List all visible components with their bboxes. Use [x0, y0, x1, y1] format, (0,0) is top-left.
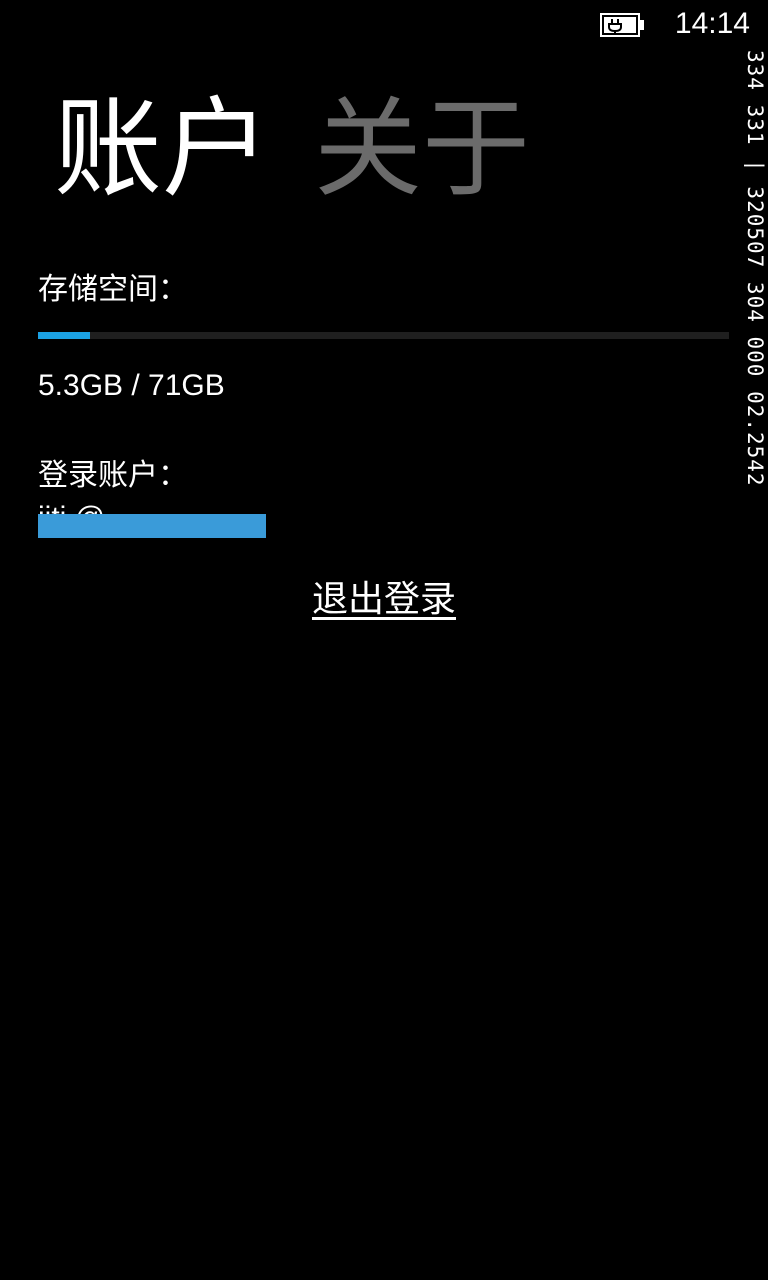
- status-clock: 14:14: [674, 7, 750, 40]
- pivot-header: 账户 关于: [54, 82, 530, 222]
- logout-row: 退出登录: [0, 576, 768, 624]
- email-redaction: [38, 514, 266, 538]
- status-bar: 14:14: [0, 0, 768, 48]
- storage-progress-bar: [38, 332, 729, 339]
- tab-account[interactable]: 账户: [54, 82, 270, 218]
- battery-charging-icon: [600, 13, 644, 37]
- debug-overlay: 334 331 | 320507 304 000 02.2542: [744, 50, 768, 655]
- storage-label: 存储空间：: [38, 272, 188, 307]
- storage-progress-fill: [38, 332, 90, 339]
- storage-value: 5.3GB / 71GB: [38, 369, 225, 402]
- debug-overlay-text: 334 331 | 320507 304 000 02.2542: [744, 50, 767, 487]
- tab-about[interactable]: 关于: [314, 82, 530, 218]
- logout-link[interactable]: 退出登录: [312, 579, 456, 620]
- account-label: 登录账户：: [38, 458, 188, 493]
